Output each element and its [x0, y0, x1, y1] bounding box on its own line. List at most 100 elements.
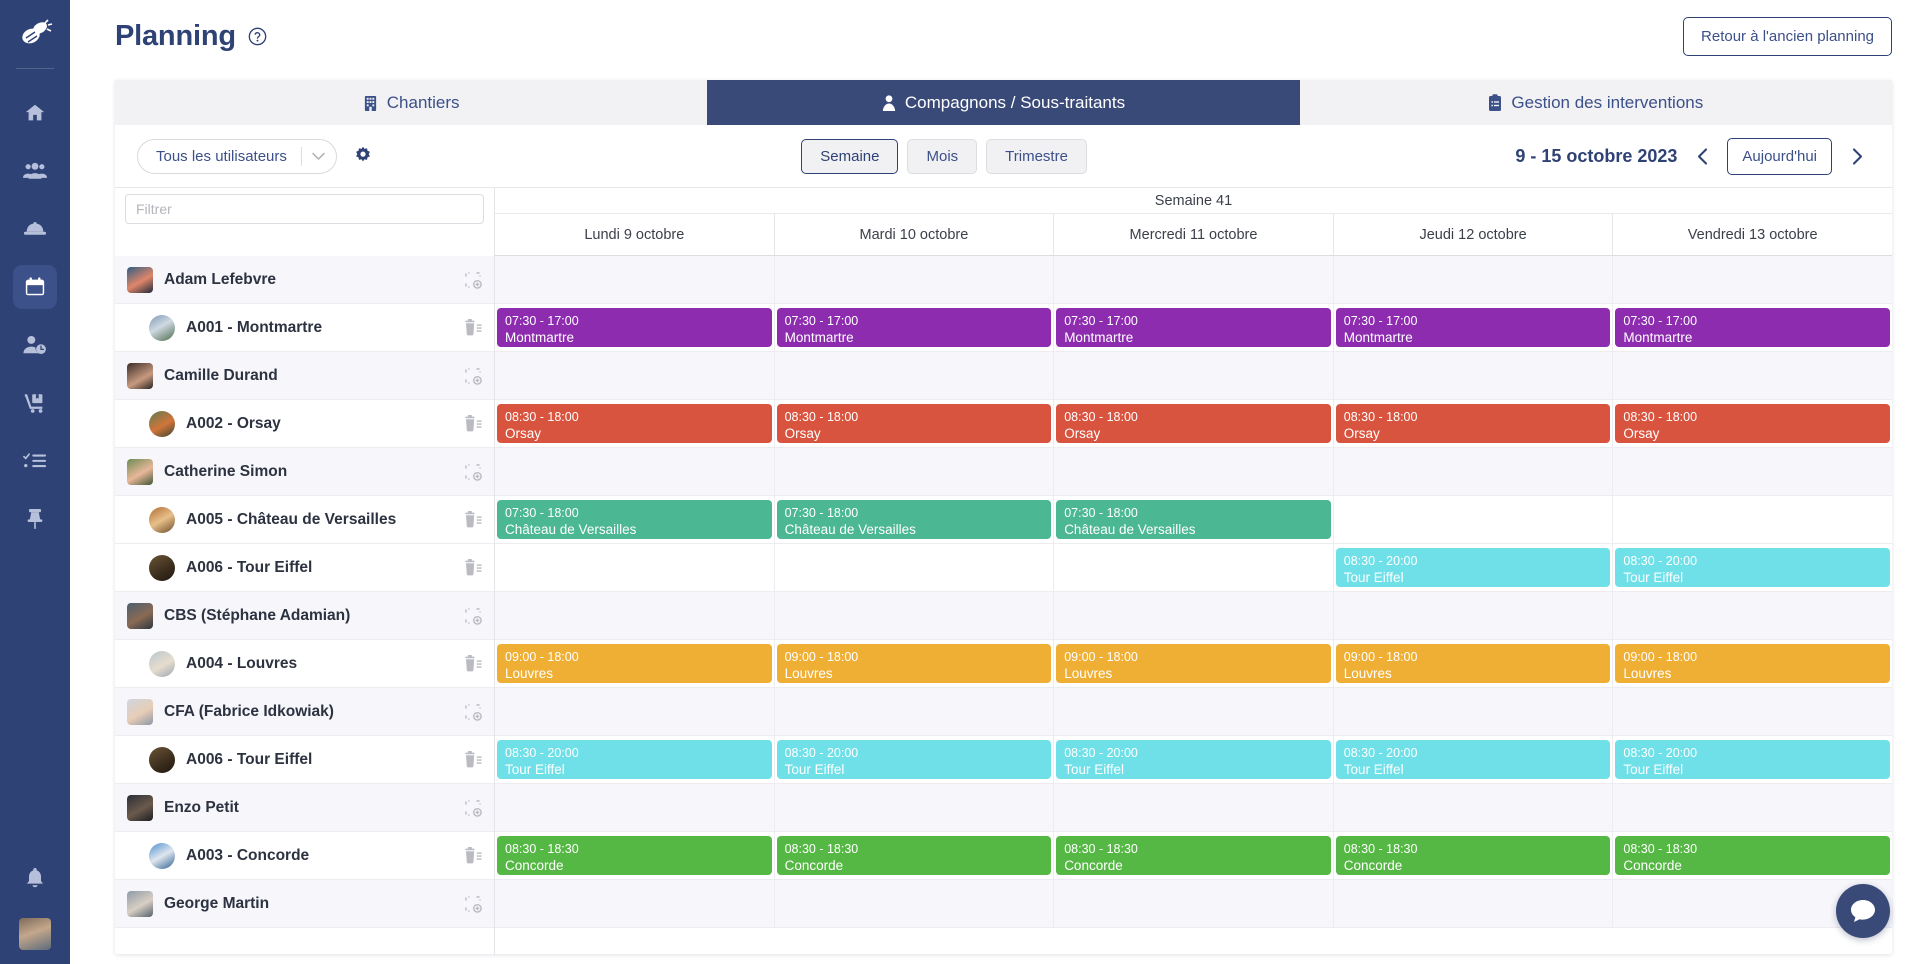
calendar-cell[interactable]: [1054, 688, 1334, 735]
resource-row-person[interactable]: Adam Lefebvre: [115, 256, 494, 304]
resource-row-person[interactable]: George Martin: [115, 880, 494, 928]
help-icon[interactable]: [248, 27, 267, 46]
next-week-button[interactable]: [1844, 141, 1870, 171]
calendar-cell[interactable]: [1054, 352, 1334, 399]
resource-row-site[interactable]: A005 - Château de Versailles: [115, 496, 494, 544]
add-assignment-button[interactable]: [464, 271, 482, 289]
add-assignment-button[interactable]: [464, 703, 482, 721]
calendar-cell[interactable]: 08:30 - 18:30Concorde: [1613, 832, 1892, 879]
calendar-cell[interactable]: [1613, 256, 1892, 303]
delete-row-button[interactable]: [463, 319, 482, 337]
calendar-cell[interactable]: [1054, 544, 1334, 591]
calendar-event[interactable]: 07:30 - 17:00Montmartre: [497, 308, 772, 347]
calendar-cell[interactable]: [495, 784, 775, 831]
profile-avatar[interactable]: [19, 918, 51, 950]
calendar-cell[interactable]: 08:30 - 18:30Concorde: [495, 832, 775, 879]
calendar-cell[interactable]: 08:30 - 20:00Tour Eiffel: [1613, 736, 1892, 783]
calendar-cell[interactable]: [1334, 352, 1614, 399]
calendar-cell[interactable]: 08:30 - 20:00Tour Eiffel: [1334, 544, 1614, 591]
calendar-cell[interactable]: 07:30 - 17:00Montmartre: [495, 304, 775, 351]
sidebar-item-home[interactable]: [13, 91, 57, 135]
calendar-cell[interactable]: [1334, 256, 1614, 303]
calendar-cell[interactable]: [1054, 256, 1334, 303]
add-assignment-button[interactable]: [464, 607, 482, 625]
calendar-cell[interactable]: [1334, 592, 1614, 639]
calendar-event[interactable]: 09:00 - 18:00Louvres: [1056, 644, 1331, 683]
calendar-cell[interactable]: 08:30 - 20:00Tour Eiffel: [495, 736, 775, 783]
calendar-event[interactable]: 08:30 - 18:30Concorde: [1336, 836, 1611, 875]
calendar-event[interactable]: 09:00 - 18:00Louvres: [1615, 644, 1890, 683]
tab-compagnons[interactable]: Compagnons / Sous-traitants: [707, 80, 1299, 125]
tab-chantiers[interactable]: Chantiers: [115, 80, 707, 125]
calendar-cell[interactable]: 08:30 - 18:00Orsay: [1334, 400, 1614, 447]
prev-week-button[interactable]: [1689, 141, 1715, 171]
sidebar-item-worksites[interactable]: [13, 207, 57, 251]
calendar-cell[interactable]: [775, 688, 1055, 735]
calendar-cell[interactable]: 07:30 - 17:00Montmartre: [1613, 304, 1892, 351]
calendar-cell[interactable]: [1054, 784, 1334, 831]
calendar-cell[interactable]: [775, 352, 1055, 399]
user-filter-select[interactable]: Tous les utilisateurs: [137, 139, 337, 174]
calendar-cell[interactable]: [1613, 592, 1892, 639]
calendar-cell[interactable]: 09:00 - 18:00Louvres: [1613, 640, 1892, 687]
calendar-cell[interactable]: [495, 880, 775, 927]
calendar-cell[interactable]: 07:30 - 18:00Château de Versailles: [495, 496, 775, 543]
calendar-event[interactable]: 08:30 - 20:00Tour Eiffel: [777, 740, 1052, 779]
calendar-cell[interactable]: [1334, 784, 1614, 831]
sidebar-item-users[interactable]: [13, 149, 57, 193]
filter-input[interactable]: [125, 194, 484, 224]
calendar-event[interactable]: 08:30 - 18:30Concorde: [497, 836, 772, 875]
calendar-cell[interactable]: [1613, 496, 1892, 543]
calendar-event[interactable]: 07:30 - 17:00Montmartre: [1615, 308, 1890, 347]
calendar-event[interactable]: 08:30 - 18:00Orsay: [1336, 404, 1611, 443]
calendar-event[interactable]: 07:30 - 17:00Montmartre: [777, 308, 1052, 347]
resource-row-site[interactable]: A006 - Tour Eiffel: [115, 544, 494, 592]
calendar-cell[interactable]: [1334, 496, 1614, 543]
calendar-cell[interactable]: [1334, 688, 1614, 735]
resource-row-person[interactable]: Enzo Petit: [115, 784, 494, 832]
add-assignment-button[interactable]: [464, 463, 482, 481]
tab-interventions[interactable]: Gestion des interventions: [1300, 80, 1892, 125]
calendar-event[interactable]: 07:30 - 18:00Château de Versailles: [497, 500, 772, 539]
resource-row-site[interactable]: A002 - Orsay: [115, 400, 494, 448]
calendar-event[interactable]: 07:30 - 17:00Montmartre: [1056, 308, 1331, 347]
resource-row-site[interactable]: A003 - Concorde: [115, 832, 494, 880]
calendar-cell[interactable]: [495, 544, 775, 591]
view-mois-button[interactable]: Mois: [907, 139, 977, 174]
calendar-cell[interactable]: 08:30 - 18:30Concorde: [1334, 832, 1614, 879]
calendar-cell[interactable]: 08:30 - 20:00Tour Eiffel: [1613, 544, 1892, 591]
calendar-event[interactable]: 08:30 - 18:30Concorde: [777, 836, 1052, 875]
calendar-cell[interactable]: [775, 784, 1055, 831]
calendar-cell[interactable]: [495, 688, 775, 735]
calendar-cell[interactable]: 09:00 - 18:00Louvres: [495, 640, 775, 687]
calendar-cell[interactable]: 08:30 - 18:30Concorde: [775, 832, 1055, 879]
calendar-event[interactable]: 08:30 - 18:00Orsay: [1615, 404, 1890, 443]
calendar-cell[interactable]: 09:00 - 18:00Louvres: [1054, 640, 1334, 687]
calendar-event[interactable]: 08:30 - 18:30Concorde: [1056, 836, 1331, 875]
calendar-event[interactable]: 09:00 - 18:00Louvres: [1336, 644, 1611, 683]
calendar-cell[interactable]: [1054, 880, 1334, 927]
calendar-cell[interactable]: 07:30 - 17:00Montmartre: [1054, 304, 1334, 351]
calendar-event[interactable]: 08:30 - 20:00Tour Eiffel: [1615, 740, 1890, 779]
resource-row-site[interactable]: A004 - Louvres: [115, 640, 494, 688]
calendar-cell[interactable]: 07:30 - 17:00Montmartre: [775, 304, 1055, 351]
resource-row-site[interactable]: A001 - Montmartre: [115, 304, 494, 352]
calendar-cell[interactable]: [1613, 784, 1892, 831]
calendar-cell[interactable]: 07:30 - 17:00Montmartre: [1334, 304, 1614, 351]
resource-row-site[interactable]: A006 - Tour Eiffel: [115, 736, 494, 784]
calendar-cell[interactable]: [775, 256, 1055, 303]
chevron-down-icon[interactable]: [302, 140, 336, 173]
calendar-cell[interactable]: 08:30 - 18:00Orsay: [1613, 400, 1892, 447]
calendar-cell[interactable]: [775, 592, 1055, 639]
calendar-event[interactable]: 08:30 - 20:00Tour Eiffel: [497, 740, 772, 779]
calendar-cell[interactable]: 08:30 - 20:00Tour Eiffel: [1054, 736, 1334, 783]
calendar-cell[interactable]: [1054, 448, 1334, 495]
delete-row-button[interactable]: [463, 751, 482, 769]
settings-gear-button[interactable]: [353, 146, 373, 166]
delete-row-button[interactable]: [463, 847, 482, 865]
calendar-cell[interactable]: 08:30 - 18:00Orsay: [495, 400, 775, 447]
calendar-event[interactable]: 07:30 - 17:00Montmartre: [1336, 308, 1611, 347]
calendar-cell[interactable]: [1334, 448, 1614, 495]
resource-row-person[interactable]: CFA (Fabrice Idkowiak): [115, 688, 494, 736]
delete-row-button[interactable]: [463, 415, 482, 433]
